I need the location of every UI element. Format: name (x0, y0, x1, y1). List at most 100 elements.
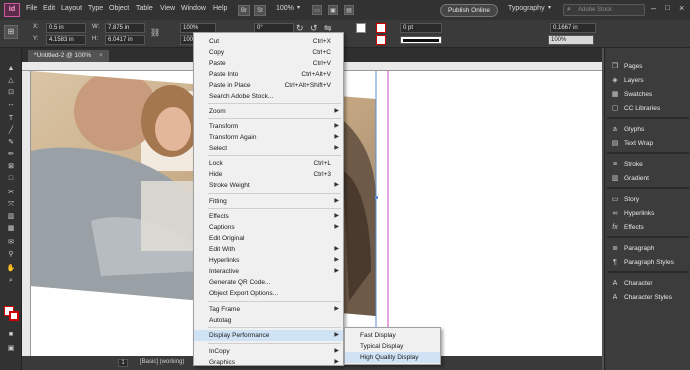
selection-tool-icon[interactable]: ▲ (6, 64, 16, 73)
stroke-weight-field[interactable]: 0 pt (400, 23, 442, 33)
gap-tool-icon[interactable]: ↔ (6, 100, 16, 109)
pen-tool-icon[interactable]: ✎ (6, 138, 16, 147)
panel-hyperlinks[interactable]: ∞ Hyperlinks (609, 207, 689, 220)
menu-file[interactable]: File (26, 5, 37, 12)
close-tab-icon[interactable]: × (99, 52, 103, 59)
close-icon[interactable]: × (679, 3, 684, 13)
menu-item-select[interactable]: Select ▶ (194, 143, 343, 154)
eyedropper-tool-icon[interactable]: ⚲ (6, 250, 16, 259)
zoom-level[interactable]: 100% (276, 5, 294, 12)
chevron-down-icon[interactable]: ▾ (297, 4, 300, 11)
menu-item-autotag[interactable]: Autotag (194, 315, 343, 326)
corner-size-field[interactable]: 0.1667 in (550, 23, 596, 33)
menu-table[interactable]: Table (136, 5, 153, 12)
panel-stroke[interactable]: ≡ Stroke (609, 158, 689, 171)
frame-icon[interactable]: ▭ (312, 5, 322, 15)
apply-color-icon[interactable]: ■ (6, 330, 16, 339)
frame-scale-field[interactable]: 100% (548, 35, 594, 45)
menu-item-object-export-options[interactable]: Object Export Options... (194, 288, 343, 299)
menu-item-tag-frame[interactable]: Tag Frame ▶ (194, 304, 343, 315)
menu-item-copy[interactable]: Copy Ctrl+C (194, 47, 343, 58)
panel-cc-libraries[interactable]: ▢ CC Libraries (609, 102, 689, 115)
chevron-down-icon[interactable]: ▾ (548, 4, 551, 11)
menu-item-edit-with[interactable]: Edit With ▶ (194, 244, 343, 255)
menu-item-captions[interactable]: Captions ▶ (194, 222, 343, 233)
menu-item-zoom[interactable]: Zoom ▶ (194, 106, 343, 117)
menu-object[interactable]: Object (109, 5, 129, 12)
menu-item-graphics[interactable]: Graphics ▶ (194, 357, 343, 368)
panel-pages[interactable]: ❐ Pages (609, 60, 689, 73)
workspace-switcher[interactable]: Typography (508, 5, 545, 12)
menu-item-transform[interactable]: Transform ▶ (194, 121, 343, 132)
panel-story[interactable]: ▭ Story (609, 193, 689, 206)
menu-item-incopy[interactable]: InCopy ▶ (194, 346, 343, 357)
panel-character-styles[interactable]: A Character Styles (609, 291, 689, 304)
type-tool-icon[interactable]: T (6, 114, 16, 123)
menu-view[interactable]: View (160, 5, 175, 12)
rectangle-tool-icon[interactable]: □ (6, 174, 16, 183)
stock-button[interactable]: St (254, 5, 266, 16)
menu-item-hide[interactable]: Hide Ctrl+3 (194, 169, 343, 180)
menu-item-paste-into[interactable]: Paste Into Ctrl+Alt+V (194, 69, 343, 80)
page-tool-icon[interactable]: ⊡ (6, 88, 16, 97)
panel-effects[interactable]: fx Effects (609, 221, 689, 234)
stock-search-input[interactable]: ⌕ Adobe Stock (563, 4, 645, 16)
zoom-tool-icon[interactable]: ⌕ (6, 276, 16, 285)
arrange-icon[interactable]: ▤ (344, 5, 354, 15)
stroke-color-swatch[interactable] (9, 311, 19, 321)
menu-item-high-quality-display[interactable]: High Quality Display (345, 352, 440, 363)
menu-layout[interactable]: Layout (61, 5, 82, 12)
y-field[interactable]: 4.1583 in (46, 35, 86, 45)
height-field[interactable]: 6.0417 in (105, 35, 145, 45)
menu-item-fitting[interactable]: Fitting ▶ (194, 196, 343, 207)
document-tab[interactable]: *Untitled-2 @ 100% × (28, 50, 109, 62)
link-icon[interactable]: ⛓ (150, 28, 160, 37)
maximize-icon[interactable]: □ (665, 3, 670, 12)
panel-gradient[interactable]: ▥ Gradient (609, 172, 689, 185)
reference-point-icon[interactable]: ⊞ (4, 25, 18, 39)
panel-glyphs[interactable]: a Glyphs (609, 123, 689, 136)
panel-paragraph[interactable]: ≣ Paragraph (609, 242, 689, 255)
menu-type[interactable]: Type (88, 5, 103, 12)
line-tool-icon[interactable]: ╱ (6, 126, 16, 135)
menu-item-display-performance[interactable]: Display Performance ▶ (194, 330, 343, 341)
note-tool-icon[interactable]: ✉ (6, 238, 16, 247)
gradient-feather-tool-icon[interactable]: ▦ (6, 224, 16, 233)
width-field[interactable]: 7.875 in (105, 23, 145, 33)
menu-item-stroke-weight[interactable]: Stroke Weight ▶ (194, 180, 343, 191)
menu-help[interactable]: Help (213, 5, 227, 12)
rectangle-frame-tool-icon[interactable]: ⊠ (6, 162, 16, 171)
menu-item-paste[interactable]: Paste Ctrl+V (194, 58, 343, 69)
publish-online-button[interactable]: Publish Online (440, 4, 498, 17)
minimize-icon[interactable]: – (651, 3, 656, 13)
hand-tool-icon[interactable]: ✋ (6, 264, 16, 273)
menu-item-interactive[interactable]: Interactive ▶ (194, 266, 343, 277)
bridge-button[interactable]: Br (238, 5, 250, 16)
page-number-field[interactable]: 1 (118, 359, 128, 367)
direct-selection-tool-icon[interactable]: △ (6, 76, 16, 85)
menu-item-search-adobe-stock[interactable]: Search Adobe Stock... (194, 91, 343, 102)
menu-item-generate-qr-code[interactable]: Generate QR Code... (194, 277, 343, 288)
panel-text-wrap[interactable]: ▤ Text Wrap (609, 137, 689, 150)
fill-swatch[interactable] (356, 23, 366, 33)
panel-character[interactable]: A Character (609, 277, 689, 290)
screen-mode-tool-icon[interactable]: ▣ (6, 344, 16, 353)
menu-edit[interactable]: Edit (43, 5, 55, 12)
screen-mode-icon[interactable]: ▣ (328, 5, 338, 15)
menu-item-cut[interactable]: Cut Ctrl+X (194, 36, 343, 47)
panel-paragraph-styles[interactable]: ¶ Paragraph Styles (609, 256, 689, 269)
menu-item-fast-display[interactable]: Fast Display (345, 330, 440, 341)
menu-item-typical-display[interactable]: Typical Display (345, 341, 440, 352)
menu-item-paste-in-place[interactable]: Paste in Place Ctrl+Alt+Shift+V (194, 80, 343, 91)
panel-layers[interactable]: ◈ Layers (609, 74, 689, 87)
pencil-tool-icon[interactable]: ✏ (6, 150, 16, 159)
stroke-type-select[interactable] (400, 36, 442, 44)
x-field[interactable]: 0.5 in (46, 23, 86, 33)
panel-swatches[interactable]: ▦ Swatches (609, 88, 689, 101)
scissors-tool-icon[interactable]: ✂ (6, 188, 16, 197)
free-transform-tool-icon[interactable]: ⤧ (6, 200, 16, 209)
menu-item-hyperlinks[interactable]: Hyperlinks ▶ (194, 255, 343, 266)
menu-window[interactable]: Window (181, 5, 206, 12)
menu-item-lock[interactable]: Lock Ctrl+L (194, 158, 343, 169)
gradient-tool-icon[interactable]: ▥ (6, 212, 16, 221)
